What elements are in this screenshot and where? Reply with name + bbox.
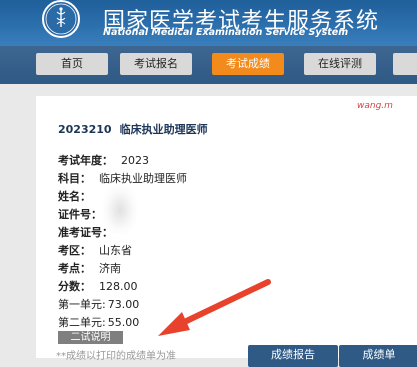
main-nav: 首页 考试报名 考试成绩 在线评测 xyxy=(0,46,417,84)
field-region-value: 山东省 xyxy=(99,244,132,257)
field-site-label: 考点： xyxy=(58,262,91,275)
tab-scores[interactable]: 考试成绩 xyxy=(212,53,284,75)
field-score-value: 128.00 xyxy=(99,280,138,293)
score-panel: 2023210 临床执业助理医师 考试年度： 2023 科目： 临床执业助理医师 姓名… xyxy=(36,96,417,367)
field-site-value: 济南 xyxy=(99,262,121,275)
field-subject-value: 临床执业助理医师 xyxy=(99,172,187,185)
field-unit2-label: 第二单元: xyxy=(58,316,106,329)
field-year-value: 2023 xyxy=(121,154,149,167)
score-report-button[interactable]: 成绩报告 xyxy=(248,345,338,367)
field-unit2-value: 55.00 xyxy=(107,316,140,329)
exam-code: 2023210 xyxy=(58,123,112,136)
field-subject-label: 科目： xyxy=(58,172,91,185)
field-unit1-value: 73.00 xyxy=(107,298,140,311)
tab-home[interactable]: 首页 xyxy=(36,53,108,75)
field-name-label: 姓名： xyxy=(58,190,91,203)
site-subtitle: National Medical Examination Service Sys… xyxy=(103,27,349,38)
field-score: 分数： 128.00 xyxy=(58,278,138,294)
exam-name: 临床执业助理医师 xyxy=(119,123,208,136)
second-exam-info-button[interactable]: 二试说明 xyxy=(58,331,123,344)
field-year: 考试年度： 2023 xyxy=(58,152,149,168)
field-region: 考区： 山东省 xyxy=(58,242,132,258)
field-unit1-label: 第一单元: xyxy=(58,298,106,311)
tab-online-assessment[interactable]: 在线评测 xyxy=(304,53,376,75)
exam-heading: 2023210 临床执业助理医师 xyxy=(58,121,208,137)
redaction-blur xyxy=(103,186,137,234)
field-site: 考点： 济南 xyxy=(58,260,121,276)
field-name: 姓名： xyxy=(58,188,99,204)
exam-center-seal-icon xyxy=(42,0,80,38)
field-region-label: 考区： xyxy=(58,244,91,257)
tab-overflow[interactable] xyxy=(393,53,417,75)
tab-registration[interactable]: 考试报名 xyxy=(120,53,192,75)
transcript-button[interactable]: 成绩单 xyxy=(339,345,417,367)
field-subject: 科目： 临床执业助理医师 xyxy=(58,170,187,186)
field-unit2: 第二单元: 55.00 xyxy=(58,314,139,330)
field-score-label: 分数： xyxy=(58,280,91,293)
print-footnote: **成绩以打印的成绩单为准 xyxy=(56,351,176,362)
field-unit1: 第一单元: 73.00 xyxy=(58,296,139,312)
field-year-label: 考试年度： xyxy=(58,154,113,167)
watermark: wang.m xyxy=(357,101,393,111)
field-id-number-label: 证件号： xyxy=(58,208,102,221)
site-banner: 国家医学考试考生服务系统 National Medical Examinatio… xyxy=(0,0,417,46)
